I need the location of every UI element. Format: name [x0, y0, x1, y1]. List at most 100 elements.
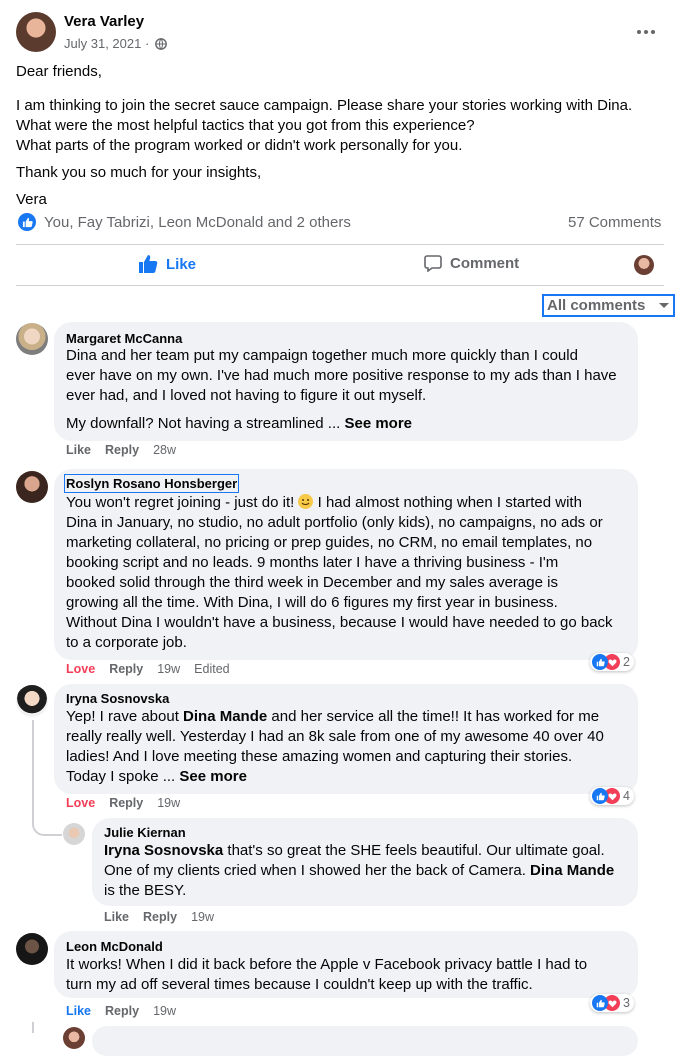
comment-line: booked solid through the third week in D…	[66, 574, 558, 591]
comment-line: ever had, and I loved not having to figu…	[66, 387, 427, 404]
like-action[interactable]: Like	[104, 910, 129, 924]
comment-author[interactable]: Julie Kiernan	[104, 825, 186, 840]
caret-down-icon	[658, 302, 670, 310]
reply-action[interactable]: Reply	[109, 662, 143, 676]
like-reaction-icon	[592, 995, 608, 1011]
thumbs-up-icon	[138, 254, 158, 274]
comment-line: really really well. Yesterday I had an 8…	[66, 728, 604, 745]
post-greeting: Dear friends,	[16, 63, 102, 80]
reaction-count: 4	[623, 789, 630, 803]
comment-icon	[424, 254, 442, 272]
comment-bubble: Roslyn Rosano Honsberger You won't regre…	[54, 469, 638, 660]
avatar[interactable]	[16, 933, 48, 965]
comment-time[interactable]: 19w	[157, 796, 180, 810]
like-action[interactable]: Like	[66, 1004, 91, 1018]
mention-link[interactable]: Iryna Sosnovska	[104, 842, 223, 859]
comment-line: booking script and no leads. 9 months la…	[66, 554, 559, 571]
comment-line: One of my clients cried when I showed he…	[104, 861, 614, 881]
comment-line: You won't regret joining - just do it! I…	[66, 493, 613, 513]
comment-bubble	[92, 1026, 638, 1056]
comment-button-label: Comment	[450, 254, 520, 272]
post-thanks: Thank you so much for your insights,	[16, 164, 262, 181]
comment-time[interactable]: 19w	[157, 662, 180, 676]
comment-bubble: Margaret McCanna Dina and her team put m…	[54, 322, 638, 441]
comments-filter-dropdown[interactable]: All comments	[542, 294, 675, 317]
comment-text: Yep! I rave about Dina Mande and her ser…	[66, 707, 604, 787]
see-more-link[interactable]: See more	[344, 415, 412, 432]
comment-actions: Like Reply 19w	[104, 910, 214, 924]
comment-bubble: Julie Kiernan Iryna Sosnovska that's so …	[92, 818, 638, 906]
post-date-text: July 31, 2021 ·	[64, 36, 153, 51]
comment-text: Dina and her team put my campaign togeth…	[66, 346, 617, 434]
post-line: What parts of the program worked or didn…	[16, 137, 463, 154]
comment-line-text: and her service all the time!! It has wo…	[267, 708, 600, 725]
reactions-summary[interactable]: You, Fay Tabrizi, Leon McDonald and 2 ot…	[18, 213, 351, 231]
avatar[interactable]	[63, 1027, 85, 1049]
like-action[interactable]: Like	[66, 443, 91, 457]
comment-author[interactable]: Leon McDonald	[66, 939, 163, 954]
post-date[interactable]: July 31, 2021 ·	[64, 36, 167, 51]
reply-action[interactable]: Reply	[143, 910, 177, 924]
love-action[interactable]: Love	[66, 662, 95, 676]
comment-line-text: Yep! I rave about	[66, 708, 184, 725]
comment-line-text: I had almost nothing when I started with	[313, 494, 582, 511]
comment-text: You won't regret joining - just do it! I…	[66, 493, 613, 653]
love-action[interactable]: Love	[66, 796, 95, 810]
comment-line: turn my ad off several times because I c…	[66, 976, 533, 993]
post-line: I am thinking to join the secret sauce c…	[16, 97, 633, 114]
comment-reactions[interactable]: 2	[590, 653, 634, 671]
comment-button[interactable]: Comment	[424, 254, 519, 272]
like-button[interactable]: Like	[138, 254, 196, 274]
more-options-icon[interactable]	[636, 24, 656, 34]
comment-bubble: Leon McDonald It works! When I did it ba…	[54, 931, 638, 998]
comment-line: growing all the time. With Dina, I will …	[66, 594, 558, 611]
post-author-name[interactable]: Vera Varley	[64, 13, 144, 30]
comment-actions: Love Reply 19w	[66, 796, 180, 810]
see-more-link[interactable]: See more	[179, 768, 247, 785]
reaction-count: 3	[623, 996, 630, 1010]
comment-line: marketing collateral, no pricing or prep…	[66, 534, 593, 551]
comment-reactions[interactable]: 4	[590, 787, 634, 805]
reply-action[interactable]: Reply	[109, 796, 143, 810]
reply-action[interactable]: Reply	[105, 1004, 139, 1018]
avatar[interactable]	[63, 823, 85, 845]
post-body: Dear friends, I am thinking to join the …	[16, 62, 666, 210]
comment-author[interactable]: Margaret McCanna	[66, 331, 182, 346]
comments-count[interactable]: 57 Comments	[568, 214, 661, 231]
audience-avatar[interactable]	[634, 255, 654, 275]
comment-time[interactable]: 19w	[153, 1004, 176, 1018]
comment-line-text: that's so great the SHE feels beautiful.…	[223, 842, 605, 859]
comment-text: Iryna Sosnovska that's so great the SHE …	[104, 841, 614, 901]
comment-line-text: You won't regret joining - just do it!	[66, 494, 299, 511]
comment-reactions[interactable]: 3	[590, 994, 634, 1012]
comment-line: Today I spoke ... See more	[66, 767, 604, 787]
like-reaction-icon	[592, 788, 608, 804]
comment-line: ever have on my own. I've had much more …	[66, 367, 617, 384]
comment-text: It works! When I did it back before the …	[66, 955, 587, 995]
comment-time[interactable]: 28w	[153, 443, 176, 457]
post-signoff: Vera	[16, 191, 47, 208]
comment-line: Iryna Sosnovska that's so great the SHE …	[104, 841, 614, 861]
author-avatar[interactable]	[16, 12, 56, 52]
comment-actions: Like Reply 28w	[66, 443, 176, 457]
mention-link[interactable]: Dina Mande	[183, 708, 267, 725]
comment-line-text: My downfall? Not having a streamlined ..…	[66, 415, 345, 432]
post-line: What were the most helpful tactics that …	[16, 117, 475, 134]
comment-line: My downfall? Not having a streamlined ..…	[66, 414, 617, 434]
avatar[interactable]	[16, 323, 48, 355]
reply-thread-line	[32, 720, 62, 836]
comment-time[interactable]: 19w	[191, 910, 214, 924]
avatar[interactable]	[16, 685, 48, 717]
comment-line-text: One of my clients cried when I showed he…	[104, 862, 531, 879]
reaction-count: 2	[623, 655, 630, 669]
mention-link[interactable]: Dina Mande	[530, 862, 614, 879]
comment-line: It works! When I did it back before the …	[66, 956, 588, 973]
filter-label: All comments	[547, 297, 646, 314]
comment-author[interactable]: Iryna Sosnovska	[66, 691, 169, 706]
like-reaction-icon	[592, 654, 608, 670]
comment-author[interactable]: Roslyn Rosano Honsberger	[64, 474, 240, 493]
reply-action[interactable]: Reply	[105, 443, 139, 457]
avatar[interactable]	[16, 471, 48, 503]
comment-line: Dina in January, no studio, no adult por…	[66, 514, 603, 531]
comment-line: Without Dina I wouldn't have a business,…	[66, 614, 613, 631]
